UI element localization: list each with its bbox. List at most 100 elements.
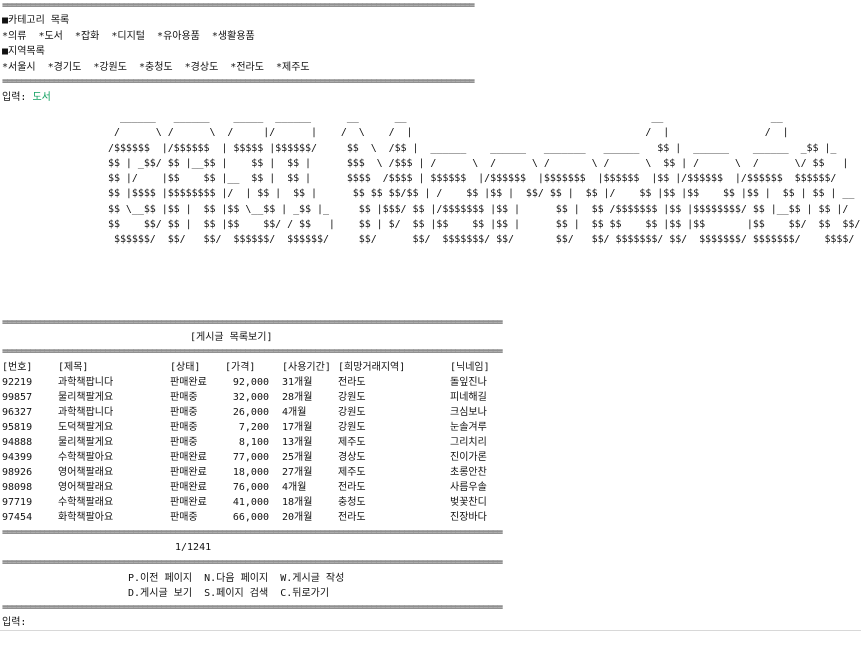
separator: ========================================… bbox=[2, 602, 503, 613]
cell-nick: 돌잎진나 bbox=[450, 377, 487, 388]
column-header-status: [상태] bbox=[170, 362, 201, 373]
cell-nick: 크심보나 bbox=[450, 407, 487, 418]
table-row: 97719 수학책팔래요 판매완료 41,000 18개월 충청도 벚꽃찬디 bbox=[0, 495, 487, 510]
cell-title: 수학책팔래요 bbox=[58, 497, 114, 508]
separator: ========================================… bbox=[2, 0, 475, 11]
cell-title: 물리책팔게요 bbox=[58, 392, 114, 403]
cell-period: 4개월 bbox=[282, 482, 307, 493]
cell-period: 25개월 bbox=[282, 452, 313, 463]
cell-no: 98098 bbox=[2, 482, 33, 493]
cell-title: 과학책팝니다 bbox=[58, 377, 114, 388]
cell-price: 76,000 bbox=[232, 482, 269, 493]
cell-period: 31개월 bbox=[282, 377, 313, 388]
cell-price: 66,000 bbox=[232, 512, 269, 523]
column-header-region: [희망거래지역] bbox=[338, 362, 406, 373]
region-list: *서울시 *경기도 *강원도 *충청도 *경상도 *전라도 *제주도 bbox=[2, 62, 310, 73]
cell-price: 26,000 bbox=[232, 407, 269, 418]
top-input-line[interactable]: 입력: 도서 bbox=[2, 90, 51, 105]
ascii-banner: ______ ______ _____ ______ __ __ __ __ /… bbox=[108, 112, 861, 246]
separator: ========================================… bbox=[2, 76, 475, 87]
cell-region: 전라도 bbox=[338, 377, 366, 388]
cell-period: 28개월 bbox=[282, 392, 313, 403]
cell-price: 8,100 bbox=[238, 437, 269, 448]
cell-no: 94888 bbox=[2, 437, 33, 448]
cell-period: 13개월 bbox=[282, 437, 313, 448]
separator: ========================================… bbox=[2, 557, 503, 568]
cell-no: 97719 bbox=[2, 497, 33, 508]
category-list: *의류 *도서 *잡화 *디지털 *유아용품 *생활용품 bbox=[2, 31, 255, 42]
cell-region: 경상도 bbox=[338, 452, 366, 463]
cell-no: 97454 bbox=[2, 512, 33, 523]
cell-price: 32,000 bbox=[232, 392, 269, 403]
cell-status: 판매완료 bbox=[170, 467, 207, 478]
cell-status: 판매완료 bbox=[170, 377, 207, 388]
cell-nick: 눈솔겨루 bbox=[450, 422, 487, 433]
cell-status: 판매완료 bbox=[170, 497, 207, 508]
cell-region: 전라도 bbox=[338, 482, 366, 493]
menu-line-1: P.이전 페이지 N.다음 페이지 W.게시글 작성 bbox=[128, 573, 345, 584]
cell-nick: 진이가론 bbox=[450, 452, 487, 463]
region-header: ■지역목록 bbox=[2, 46, 45, 57]
bottom-input-prompt[interactable]: 입력: bbox=[2, 615, 26, 630]
table-row: 97454 화학책팔아요 판매중 66,000 20개월 전라도 진장바다 bbox=[0, 510, 487, 525]
cell-nick: 그리치리 bbox=[450, 437, 487, 448]
cell-title: 영어책팔래요 bbox=[58, 467, 114, 478]
cell-region: 강원도 bbox=[338, 392, 366, 403]
cell-region: 전라도 bbox=[338, 512, 366, 523]
column-header-title: [제목] bbox=[58, 362, 89, 373]
cell-no: 94399 bbox=[2, 452, 33, 463]
table-row: 94399 수학책팔아요 판매완료 77,000 25개월 경상도 진이가론 bbox=[0, 450, 487, 465]
cell-status: 판매완료 bbox=[170, 482, 207, 493]
separator: ========================================… bbox=[2, 346, 503, 357]
table-row: 96327 과학책팝니다 판매중 26,000 4개월 강원도 크심보나 bbox=[0, 405, 487, 420]
cell-region: 제주도 bbox=[338, 437, 366, 448]
category-header: ■카테고리 목록 bbox=[2, 15, 70, 26]
cell-period: 17개월 bbox=[282, 422, 313, 433]
cell-no: 96327 bbox=[2, 407, 33, 418]
column-header-period: [사용기간] bbox=[282, 362, 331, 373]
cell-price: 18,000 bbox=[232, 467, 269, 478]
cell-region: 강원도 bbox=[338, 422, 366, 433]
cell-title: 수학책팔아요 bbox=[58, 452, 114, 463]
cell-price: 7,200 bbox=[238, 422, 269, 433]
cell-status: 판매중 bbox=[170, 407, 198, 418]
cell-status: 판매중 bbox=[170, 422, 198, 433]
input-value[interactable]: 도서 bbox=[32, 92, 50, 103]
cell-no: 98926 bbox=[2, 467, 33, 478]
column-header-nick: [닉네임] bbox=[450, 362, 490, 373]
console-window: ========================================… bbox=[0, 0, 861, 632]
menu-line-2: D.게시글 보기 S.페이지 검색 C.뒤로가기 bbox=[128, 588, 330, 599]
cell-no: 99857 bbox=[2, 392, 33, 403]
cell-no: 95819 bbox=[2, 422, 33, 433]
cell-region: 강원도 bbox=[338, 407, 366, 418]
cell-title: 물리책팔게요 bbox=[58, 437, 114, 448]
table-header: [번호] [제목] [상태] [가격] [사용기간] [희망거래지역] [닉네임… bbox=[0, 360, 490, 375]
separator: ========================================… bbox=[2, 527, 503, 538]
cell-period: 20개월 bbox=[282, 512, 313, 523]
cell-period: 27개월 bbox=[282, 467, 313, 478]
input-label: 입력: bbox=[2, 92, 33, 103]
window-bottom-border bbox=[0, 630, 861, 631]
board-title: [게시글 목록보기] bbox=[190, 332, 273, 343]
column-header-price: [가격] bbox=[225, 362, 256, 373]
column-header-no: [번호] bbox=[2, 362, 33, 373]
cell-price: 41,000 bbox=[232, 497, 269, 508]
cell-status: 판매중 bbox=[170, 437, 198, 448]
table-row: 94888 물리책팔게요 판매중 8,100 13개월 제주도 그리치리 bbox=[0, 435, 487, 450]
cell-title: 영어책팔래요 bbox=[58, 482, 114, 493]
table-row: 99857 물리책팔게요 판매중 32,000 28개월 강원도 피네해길 bbox=[0, 390, 487, 405]
cell-price: 77,000 bbox=[232, 452, 269, 463]
table-row: 98926 영어책팔래요 판매완료 18,000 27개월 제주도 초롱안찬 bbox=[0, 465, 487, 480]
cell-status: 판매중 bbox=[170, 512, 198, 523]
table-row: 92219 과학책팝니다 판매완료 92,000 31개월 전라도 돌잎진나 bbox=[0, 375, 487, 390]
table-row: 95819 도덕책팔게요 판매중 7,200 17개월 강원도 눈솔겨루 bbox=[0, 420, 487, 435]
cell-title: 과학책팝니다 bbox=[58, 407, 114, 418]
cell-nick: 사름우솔 bbox=[450, 482, 487, 493]
cell-status: 판매중 bbox=[170, 392, 198, 403]
table-row: 98098 영어책팔래요 판매완료 76,000 4개월 전라도 사름우솔 bbox=[0, 480, 487, 495]
cell-price: 92,000 bbox=[232, 377, 269, 388]
cell-nick: 벚꽃찬디 bbox=[450, 497, 487, 508]
page-indicator: 1/1241 bbox=[175, 542, 212, 553]
cell-nick: 초롱안찬 bbox=[450, 467, 487, 478]
cell-region: 충청도 bbox=[338, 497, 366, 508]
